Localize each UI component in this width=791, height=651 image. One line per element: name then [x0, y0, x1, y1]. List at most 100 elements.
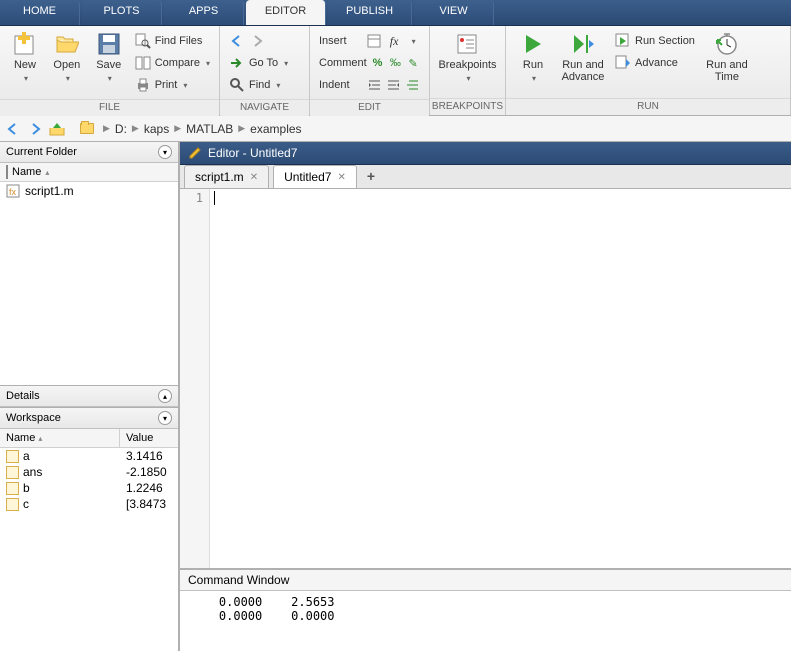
ws-name-column[interactable]: Name ▴ [0, 429, 120, 447]
command-window-header: Command Window [180, 568, 791, 591]
tab-plots[interactable]: PLOTS [82, 0, 162, 25]
print-icon [135, 77, 151, 93]
breadcrumb: ▶ D: ▶ kaps ▶ MATLAB ▶ examples [100, 122, 302, 136]
crumb-3[interactable]: examples [250, 122, 301, 136]
editor-title: Editor - Untitled7 [208, 146, 297, 160]
chevron-right-icon[interactable]: ▶ [100, 123, 113, 134]
chevron-right-icon[interactable]: ▶ [171, 123, 184, 134]
insert-dropdown[interactable] [405, 33, 420, 49]
compare-button[interactable]: Compare [131, 52, 214, 74]
fx-icon[interactable]: fx [387, 33, 402, 49]
chevron-right-icon[interactable]: ▶ [235, 123, 248, 134]
run-section-icon [615, 33, 631, 49]
expand-icon[interactable]: ▴ [158, 389, 172, 403]
ws-value-column[interactable]: Value [120, 429, 178, 447]
variable-icon [6, 482, 19, 495]
crumb-1[interactable]: kaps [144, 122, 169, 136]
indent-row: Indent [315, 74, 424, 96]
editor-title-bar: Editor - Untitled7 [180, 142, 791, 165]
tab-apps[interactable]: APPS [164, 0, 244, 25]
uncomment-icon[interactable]: ‰ [388, 55, 402, 71]
panel-title: Details [6, 390, 40, 402]
insert-row[interactable]: Insert fx [315, 30, 424, 52]
up-folder-icon[interactable] [48, 120, 66, 138]
command-window-body[interactable]: 0.0000 2.5653 0.0000 0.0000 [180, 591, 791, 651]
address-bar: ▶ D: ▶ kaps ▶ MATLAB ▶ examples [0, 116, 791, 142]
insert-section-icon[interactable] [367, 33, 383, 49]
editor-body[interactable]: 1 [180, 189, 791, 568]
open-button[interactable]: Open [47, 29, 87, 86]
line-gutter: 1 [180, 189, 210, 568]
variable-icon [6, 466, 19, 479]
group-label-edit: EDIT [310, 99, 429, 116]
variable-icon [6, 498, 19, 511]
goto-button[interactable]: Go To [225, 52, 304, 74]
clock-icon [715, 32, 739, 56]
comment-row: Comment % ‰ ✎ [315, 52, 424, 74]
editor-pencil-icon [188, 146, 202, 160]
code-area[interactable] [210, 189, 791, 568]
file-row[interactable]: fx script1.m [0, 182, 178, 200]
goto-icon [229, 55, 245, 71]
new-button[interactable]: New [5, 29, 45, 86]
svg-text:fx: fx [9, 187, 17, 197]
comment-icon[interactable]: % [371, 55, 385, 71]
forward-icon [249, 33, 265, 49]
file-icon [6, 166, 8, 178]
back-icon [229, 33, 245, 49]
editor-tab[interactable]: script1.m ✕ [184, 165, 269, 188]
nav-arrows[interactable] [225, 30, 304, 52]
workspace-row[interactable]: a 3.1416 [0, 448, 178, 464]
cf-name-column[interactable]: Name ▴ [0, 163, 178, 181]
workspace-row[interactable]: ans -2.1850 [0, 464, 178, 480]
workspace-header: Workspace ▾ [0, 407, 178, 429]
group-label-breakpoints: BREAKPOINTS [430, 98, 505, 115]
print-button[interactable]: Print [131, 74, 214, 96]
indent-icon[interactable] [368, 77, 383, 93]
panel-menu-icon[interactable]: ▾ [158, 145, 172, 159]
variable-icon [6, 450, 19, 463]
ribbon: New Open Save Find Files Compare [0, 26, 791, 116]
play-icon [521, 32, 545, 56]
close-icon[interactable]: ✕ [337, 172, 345, 183]
back-nav-icon[interactable] [4, 120, 22, 138]
new-tab-button[interactable]: + [357, 164, 385, 188]
tab-publish[interactable]: PUBLISH [328, 0, 412, 25]
run-advance-button[interactable]: Run and Advance [557, 29, 609, 86]
workspace-row[interactable]: b 1.2246 [0, 480, 178, 496]
run-button[interactable]: Run [511, 29, 555, 86]
find-button[interactable]: Find [225, 74, 304, 96]
tab-editor[interactable]: EDITOR [246, 0, 326, 25]
find-files-icon [135, 33, 151, 49]
wrap-comment-icon[interactable]: ✎ [406, 55, 420, 71]
save-icon [97, 32, 121, 56]
breakpoints-button[interactable]: Breakpoints [435, 29, 500, 86]
main-tabstrip: HOME PLOTS APPS EDITOR PUBLISH VIEW [0, 0, 791, 26]
mfile-icon: fx [6, 184, 20, 198]
save-button[interactable]: Save [89, 29, 129, 86]
crumb-2[interactable]: MATLAB [186, 122, 233, 136]
tab-view[interactable]: VIEW [414, 0, 494, 25]
tab-home[interactable]: HOME [0, 0, 80, 25]
details-header[interactable]: Details ▴ [0, 385, 178, 407]
find-files-button[interactable]: Find Files [131, 30, 214, 52]
smart-indent-icon[interactable] [405, 77, 420, 93]
crumb-drive[interactable]: D: [115, 122, 127, 136]
folder-open-icon [55, 32, 79, 56]
editor-tab[interactable]: Untitled7 ✕ [273, 165, 357, 188]
outdent-icon[interactable] [386, 77, 401, 93]
run-section-button[interactable]: Run Section [611, 30, 699, 52]
folder-icon[interactable] [78, 120, 96, 138]
panel-menu-icon[interactable]: ▾ [158, 411, 172, 425]
advance-icon [615, 55, 631, 71]
advance-button[interactable]: Advance [611, 52, 699, 74]
group-label-file: FILE [0, 99, 219, 116]
close-icon[interactable]: ✕ [250, 172, 258, 183]
breakpoints-icon [456, 32, 480, 56]
forward-nav-icon[interactable] [26, 120, 44, 138]
run-time-button[interactable]: Run and Time [701, 29, 753, 86]
panel-title: Workspace [6, 412, 61, 424]
chevron-right-icon[interactable]: ▶ [129, 123, 142, 134]
file-name: script1.m [25, 184, 74, 198]
workspace-row[interactable]: c [3.8473 [0, 496, 178, 512]
